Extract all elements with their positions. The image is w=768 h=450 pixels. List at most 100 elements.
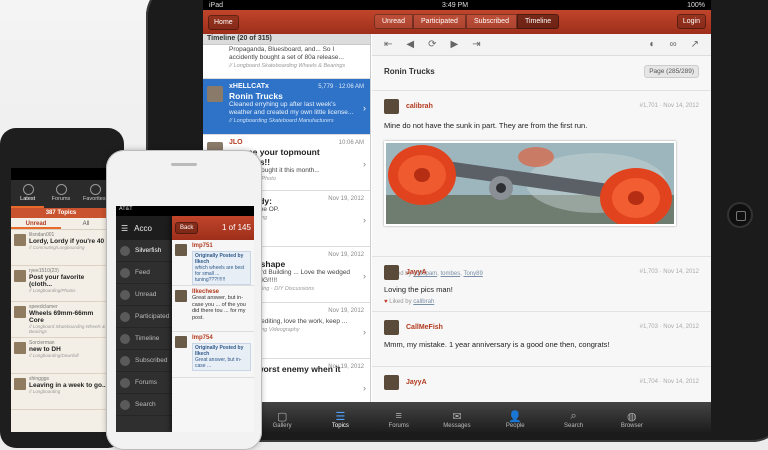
- messages-icon: ✉: [452, 411, 462, 423]
- tab-topics[interactable]: ☰ Topics: [322, 410, 358, 429]
- side-menu-item[interactable]: Feed: [116, 262, 172, 284]
- iphone-screen: AT&T ☰ Acco Silverfish Feed Unread Partic…: [116, 206, 254, 432]
- chevron-right-icon: ›: [363, 103, 366, 113]
- post-text: Mmm, my mistake. 1 year anniversary is a…: [384, 340, 610, 349]
- avatar: [14, 270, 26, 282]
- people-icon: 👤: [508, 411, 523, 423]
- timeline-icon: [120, 333, 130, 344]
- tab-messages[interactable]: ✉ Messages: [439, 410, 475, 429]
- topic-forum: // Longboarding Skateboard Manufacturers: [229, 118, 334, 124]
- segment-participated[interactable]: Participated: [412, 14, 466, 29]
- avatar: [384, 375, 399, 390]
- like-icon[interactable]: ◐: [649, 39, 655, 50]
- post: JayyA #1,704 · Nov 14, 2012: [372, 366, 711, 402]
- topic-filter-segmented: Unread Participated Subscribed Timeline: [374, 14, 560, 29]
- side-menu-header: ☰ Acco: [116, 216, 172, 240]
- topic-row-selected[interactable]: xHELLCATx 5,779 · 12:06 AM Ronin Trucks …: [203, 79, 370, 135]
- login-button[interactable]: Login: [676, 14, 706, 29]
- share-icon[interactable]: ↗: [691, 39, 699, 50]
- topic-title: Ronin Trucks: [229, 91, 283, 101]
- tab-people[interactable]: 👤 People: [497, 410, 533, 429]
- status-carrier: iPad: [209, 1, 224, 9]
- skateboard-truck-photo[interactable]: [384, 141, 676, 226]
- avatar: [175, 244, 187, 256]
- post-likes: ♥ Liked by calibrah: [384, 299, 434, 305]
- thread-title: Ronin Trucks: [384, 67, 435, 76]
- post-text: Loving the pics man!: [384, 285, 453, 294]
- next-page-icon[interactable]: ▶: [450, 39, 458, 50]
- side-menu-item[interactable]: Unread: [116, 284, 172, 306]
- list-item[interactable]: lilsndan001 Lordy, Lordy if you're 40// C…: [11, 230, 111, 266]
- post-author[interactable]: CallMeFish: [406, 324, 443, 331]
- liker-link[interactable]: calibrah: [413, 299, 434, 305]
- ipad-home-button[interactable]: [727, 202, 753, 228]
- post-author[interactable]: JayyA: [406, 379, 427, 386]
- post-text: Mine do not have the sunk in part. They …: [384, 121, 588, 130]
- post-author[interactable]: Imp751: [192, 243, 251, 249]
- android-subtab-unread[interactable]: Unread: [11, 218, 61, 229]
- status-time: 3:49 PM: [442, 1, 469, 9]
- page-counter: 1 of 145: [222, 223, 251, 232]
- unread-icon: [120, 289, 130, 300]
- forums-icon: [120, 377, 130, 388]
- list-item[interactable]: speedclamer Wheels 69mm-66mm Core// Longb…: [11, 302, 111, 338]
- post-meta: #1,701 · Nov 14, 2012: [639, 103, 699, 109]
- timeline-header: Timeline (20 of 315): [203, 34, 370, 45]
- link-icon[interactable]: ∞: [669, 39, 676, 50]
- topics-icon: ☰: [335, 411, 346, 423]
- iphone-speaker: [171, 163, 197, 166]
- tab-search[interactable]: ⌕ Search: [556, 410, 592, 429]
- side-menu-item[interactable]: Timeline: [116, 328, 172, 350]
- avatar: [384, 265, 399, 280]
- first-page-icon[interactable]: ⇤: [384, 39, 392, 50]
- topic-row[interactable]: Propaganda, Bluesboard, and... So I acci…: [203, 45, 370, 79]
- post: JayyA #1,703 · Nov 14, 2012 Loving the p…: [372, 256, 711, 311]
- segment-unread[interactable]: Unread: [374, 14, 413, 29]
- ipad-status-bar: iPad 3:49 PM 100%: [203, 0, 711, 10]
- list-item[interactable]: shingggs Leaving in a week to go...// Lon…: [11, 374, 111, 410]
- prev-page-icon[interactable]: ◀: [406, 39, 414, 50]
- iphone-status-bar: AT&T: [116, 206, 254, 216]
- thread-toolbar: ⇤ ◀ ⟳ ▶ ⇥ ◐ ∞ ↗: [372, 34, 711, 56]
- home-button[interactable]: Home: [208, 14, 239, 30]
- tab-gallery[interactable]: ▢ Gallery: [264, 410, 300, 429]
- back-button[interactable]: Back: [175, 222, 199, 234]
- post-author[interactable]: calibrah: [406, 103, 433, 110]
- menu-icon[interactable]: ☰: [121, 224, 128, 233]
- refresh-icon[interactable]: ⟳: [428, 39, 436, 50]
- avatar: [175, 336, 187, 348]
- page-indicator-button[interactable]: Page (285/289): [644, 65, 699, 78]
- side-menu-item[interactable]: Participated: [116, 306, 172, 328]
- wheel-photo-illustration: [386, 143, 674, 224]
- topic-meta: Nov 19, 2012: [328, 308, 364, 314]
- post-author[interactable]: Imp754: [192, 335, 251, 341]
- chevron-right-icon: ›: [363, 271, 366, 281]
- photo-backdrop: iPad 3:49 PM 100% Home Unread Participat…: [0, 0, 768, 450]
- post-author[interactable]: JayyA: [406, 269, 427, 276]
- android-tab-forums[interactable]: Forums: [44, 180, 77, 208]
- quote-block: Originally Posted by Ilkech Great answer,…: [192, 343, 251, 371]
- subscribed-icon: [120, 355, 130, 366]
- side-menu-item[interactable]: Silverfish: [116, 240, 172, 262]
- side-menu-item[interactable]: Subscribed: [116, 350, 172, 372]
- tab-forums[interactable]: ≡ Forums: [381, 410, 417, 429]
- segment-subscribed[interactable]: Subscribed: [465, 14, 517, 29]
- android-subtab-all[interactable]: All: [61, 218, 111, 229]
- android-tab-latest[interactable]: Latest: [11, 180, 45, 208]
- side-menu-item[interactable]: Search: [116, 394, 172, 416]
- tab-browser[interactable]: ◍ Browser: [614, 410, 650, 429]
- iphone-post: Imp754 Originally Posted by Ilkech Great …: [172, 332, 254, 378]
- list-item[interactable]: ryee1510(23) Post your favorite (cloth...…: [11, 266, 111, 302]
- post-meta: #1,704 · Nov 14, 2012: [639, 379, 699, 385]
- browser-icon: ◍: [627, 411, 637, 423]
- android-tab-strip: Latest Forums Favorites: [11, 180, 111, 208]
- avatar: [14, 306, 26, 318]
- segment-timeline[interactable]: Timeline: [516, 14, 560, 29]
- android-screen: Latest Forums Favorites 387 Topics Unrea…: [11, 168, 111, 432]
- side-menu-item[interactable]: Forums: [116, 372, 172, 394]
- avatar: [384, 99, 399, 114]
- avatar: [175, 290, 187, 302]
- list-item[interactable]: Sorcierman new to DH// Longboarding/Downh…: [11, 338, 111, 374]
- search-icon: ⌕: [570, 410, 577, 422]
- last-page-icon[interactable]: ⇥: [472, 39, 480, 50]
